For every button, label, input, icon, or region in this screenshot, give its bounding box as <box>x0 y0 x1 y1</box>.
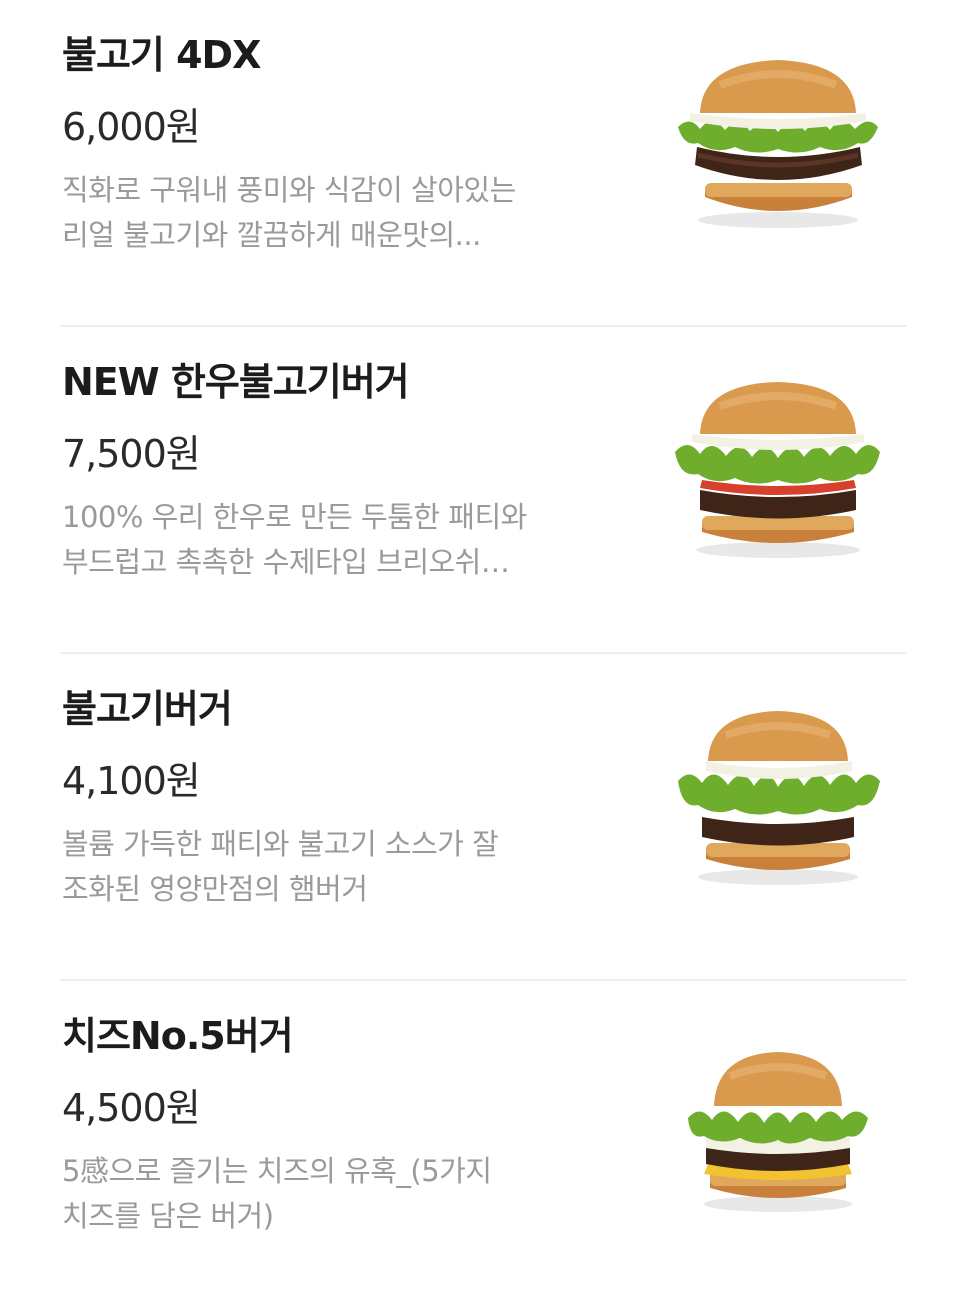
menu-item-name: 불고기 4DX <box>62 33 261 77</box>
menu-item-description-line: 직화로 구워내 풍미와 식감이 살아있는 <box>62 173 516 207</box>
menu-item-name: 치즈No.5버거 <box>62 1014 294 1058</box>
menu-item-price: 6,000원 <box>62 105 201 149</box>
menu-item-description: 직화로 구워내 풍미와 식감이 살아있는 리얼 불고기와 깔끔하게 매운맛의..… <box>62 168 622 258</box>
menu-item-description: 100% 우리 한우로 만든 두툼한 패티와 부드럽고 촉촉한 수제타입 브리오… <box>62 495 622 585</box>
menu-item-price: 4,500원 <box>62 1086 201 1130</box>
menu-item-price: 4,100원 <box>62 759 201 803</box>
menu-item-description-line: 리얼 불고기와 깔끔하게 매운맛의... <box>62 218 481 252</box>
menu-item-cheese-no5-burger[interactable]: 치즈No.5버거 4,500원 5感으로 즐기는 치즈의 유혹_(5가지 치즈를… <box>60 981 906 1308</box>
menu-item-name: NEW 한우불고기버거 <box>62 360 410 404</box>
burger-image[interactable] <box>670 709 885 889</box>
menu-item-description-line: 5感으로 즐기는 치즈의 유혹_(5가지 <box>62 1154 492 1188</box>
menu-item-description-line: 조화된 영양만점의 햄버거 <box>62 872 368 906</box>
menu-item-description-line: 100% 우리 한우로 만든 두툼한 패티와 <box>62 500 527 534</box>
menu-item-description: 볼륨 가득한 패티와 불고기 소스가 잘 조화된 영양만점의 햄버거 <box>62 822 622 912</box>
menu-item-price: 7,500원 <box>62 432 201 476</box>
menu-item-bulgogi-burger[interactable]: 불고기버거 4,100원 볼륨 가득한 패티와 불고기 소스가 잘 조화된 영양… <box>60 654 906 981</box>
menu-item-description: 5感으로 즐기는 치즈의 유혹_(5가지 치즈를 담은 버거) <box>62 1149 622 1239</box>
menu-item-hanwoo-bulgogi-burger[interactable]: NEW 한우불고기버거 7,500원 100% 우리 한우로 만든 두툼한 패티… <box>60 327 906 654</box>
menu-item-description-line: 부드럽고 촉촉한 수제타입 브리오쉬… <box>62 545 510 579</box>
menu-list: 불고기 4DX 6,000원 직화로 구워내 풍미와 식감이 살아있는 리얼 불… <box>0 0 966 1266</box>
menu-item-description-line: 치즈를 담은 버거) <box>62 1199 274 1233</box>
burger-image[interactable] <box>670 382 885 562</box>
burger-image[interactable] <box>670 1036 885 1216</box>
menu-item-description-line: 볼륨 가득한 패티와 불고기 소스가 잘 <box>62 827 499 861</box>
menu-item-name: 불고기버거 <box>62 687 233 731</box>
burger-image[interactable] <box>670 55 885 235</box>
menu-item-bulgogi-4dx[interactable]: 불고기 4DX 6,000원 직화로 구워내 풍미와 식감이 살아있는 리얼 불… <box>60 0 906 327</box>
